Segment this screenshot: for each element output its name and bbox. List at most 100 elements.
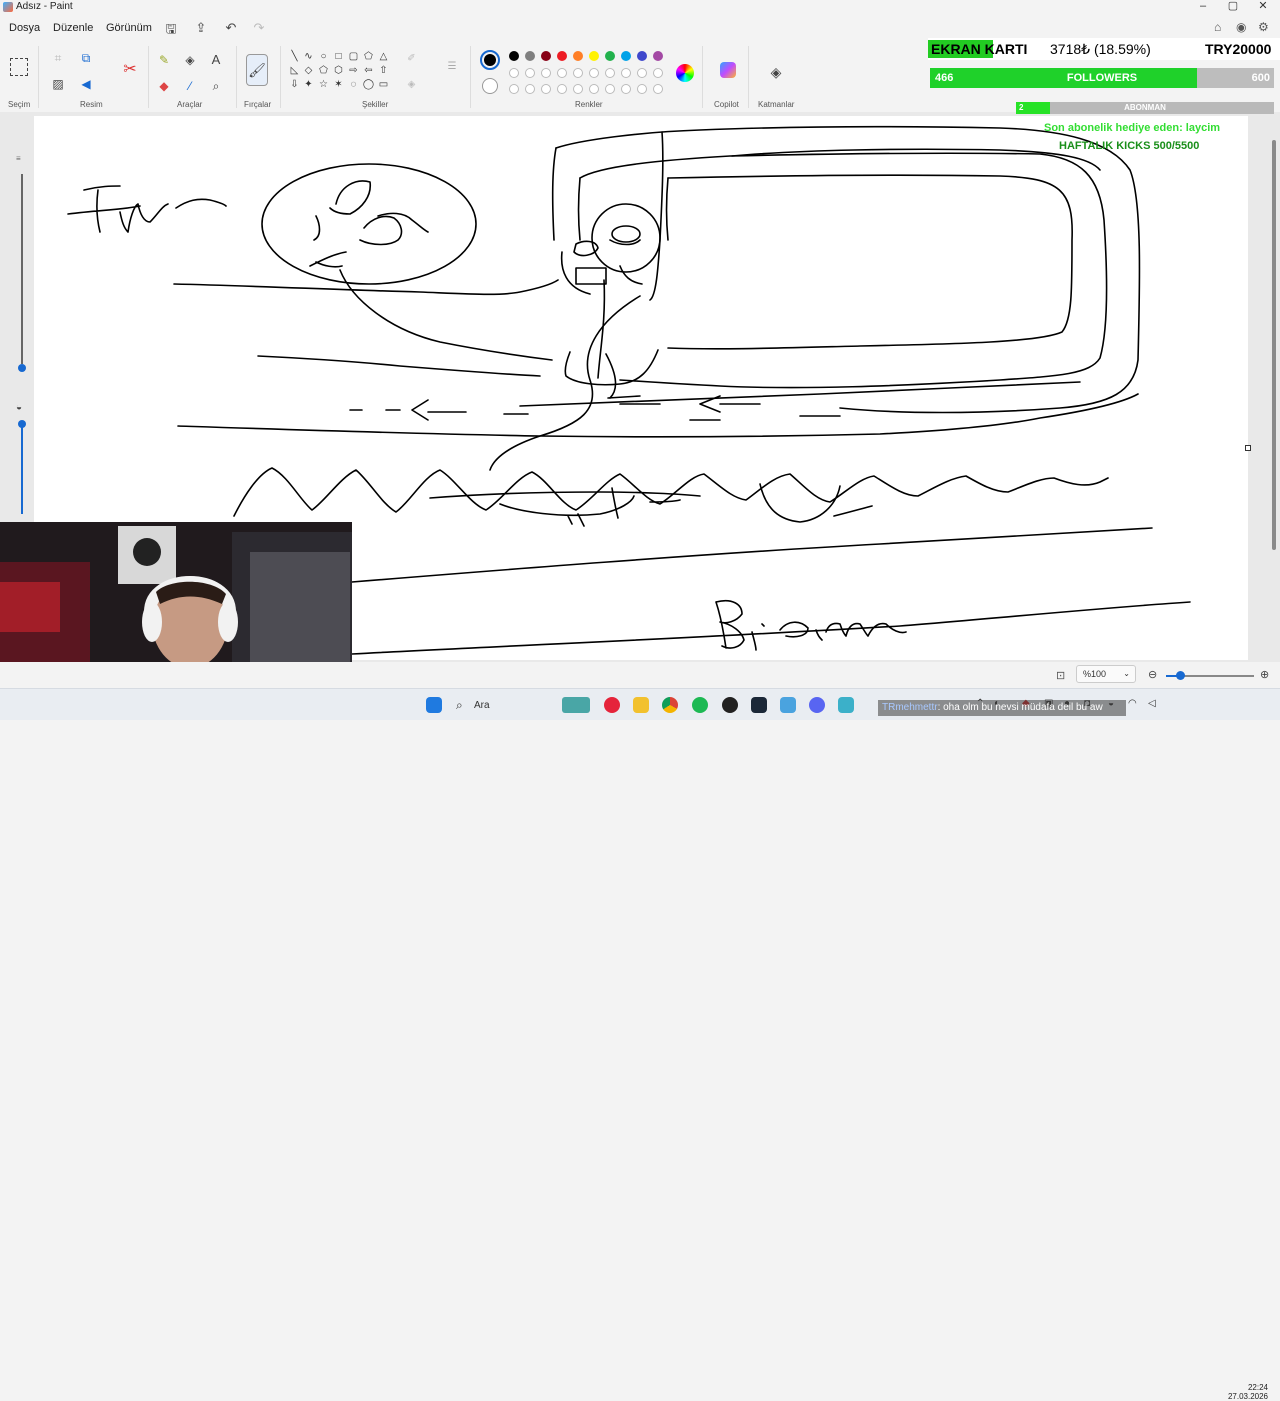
eraser-icon[interactable]: ◆: [156, 78, 172, 94]
magnifier-icon[interactable]: ⌕: [208, 78, 224, 94]
fill-icon[interactable]: ◈: [182, 52, 198, 68]
zoom-in-icon[interactable]: ⊕: [1260, 668, 1269, 681]
copilot-icon[interactable]: [720, 62, 736, 78]
save-icon[interactable]: 🖫: [162, 20, 180, 42]
undo-icon[interactable]: ↶: [222, 20, 240, 36]
redo-icon[interactable]: ↷: [250, 20, 268, 36]
fit-to-window-icon[interactable]: ⊡: [1056, 669, 1065, 682]
feedback-icon[interactable]: ⌂: [1214, 20, 1221, 34]
media-player-icon[interactable]: [604, 697, 620, 713]
steam-icon[interactable]: [751, 697, 767, 713]
wifi-icon[interactable]: ◠: [1128, 698, 1137, 709]
curve-shape-icon[interactable]: ∿: [302, 50, 315, 63]
custom-color-slot[interactable]: [605, 84, 615, 94]
diamond-shape-icon[interactable]: ◇: [302, 64, 315, 77]
chrome-icon[interactable]: [662, 697, 678, 713]
brush-size-slider[interactable]: ≡ ◒: [12, 150, 32, 514]
brush-icon[interactable]: 🖌: [246, 54, 268, 86]
custom-color-slot[interactable]: [637, 84, 647, 94]
primary-color-swatch[interactable]: [480, 50, 500, 70]
custom-color-slot[interactable]: [509, 84, 519, 94]
custom-color-slot[interactable]: [557, 84, 567, 94]
custom-color-slot[interactable]: [573, 84, 583, 94]
resize-icon[interactable]: ⧉: [78, 50, 94, 66]
outline-icon[interactable]: ✐: [405, 52, 418, 65]
hexagon-shape-icon[interactable]: ⬡: [332, 64, 345, 77]
color-swatch[interactable]: [621, 68, 631, 78]
color-swatch[interactable]: [573, 68, 583, 78]
line-shape-icon[interactable]: ╲: [288, 50, 301, 63]
color-swatch[interactable]: [557, 51, 567, 61]
color-swatch[interactable]: [557, 68, 567, 78]
pencil-icon[interactable]: ✎: [156, 52, 172, 68]
color-swatch[interactable]: [653, 51, 663, 61]
zoom-slider-thumb[interactable]: [1176, 671, 1185, 680]
color-swatch[interactable]: [589, 68, 599, 78]
windows-start-icon[interactable]: [426, 697, 442, 713]
edit-colors-icon[interactable]: [676, 64, 694, 82]
color-swatch[interactable]: [621, 51, 631, 61]
select-image-icon[interactable]: ▨: [50, 76, 66, 92]
settings-gear-icon[interactable]: ⚙: [1258, 20, 1269, 34]
rounded-rectangle-shape-icon[interactable]: ▢: [347, 50, 360, 63]
zoom-slider-track[interactable]: [1166, 671, 1254, 680]
discord-icon[interactable]: [809, 697, 825, 713]
share-icon[interactable]: ⇪: [192, 20, 210, 36]
color-swatch[interactable]: [605, 51, 615, 61]
color-swatch[interactable]: [653, 68, 663, 78]
color-swatch[interactable]: [637, 68, 647, 78]
color-swatch[interactable]: [541, 68, 551, 78]
paint-taskbar-icon[interactable]: [838, 697, 854, 713]
four-star-shape-icon[interactable]: ✦: [302, 78, 315, 91]
color-swatch[interactable]: [509, 68, 519, 78]
menu-dosya[interactable]: Dosya: [9, 22, 40, 34]
settings-app-icon[interactable]: [780, 697, 796, 713]
oval-shape-icon[interactable]: ○: [317, 50, 330, 63]
five-star-shape-icon[interactable]: ☆: [317, 78, 330, 91]
custom-color-slot[interactable]: [589, 84, 599, 94]
right-triangle-shape-icon[interactable]: ◺: [288, 64, 301, 77]
vertical-scrollbar[interactable]: [1272, 140, 1276, 550]
crop-icon[interactable]: ⌗: [50, 50, 66, 66]
custom-color-slot[interactable]: [525, 84, 535, 94]
secondary-color-swatch[interactable]: [482, 78, 498, 94]
callout-rect-shape-icon[interactable]: ▭: [377, 78, 390, 91]
opacity-thumb[interactable]: [18, 420, 26, 428]
rectangle-shape-icon[interactable]: □: [332, 50, 345, 63]
remove-background-icon[interactable]: ✂: [118, 62, 142, 84]
zoom-out-icon[interactable]: ⊖: [1148, 668, 1157, 681]
color-swatch[interactable]: [541, 51, 551, 61]
selection-icon[interactable]: [10, 58, 28, 76]
pentagon-shape-icon[interactable]: ⬠: [317, 64, 330, 77]
color-swatch[interactable]: [509, 51, 519, 61]
clock[interactable]: 22:24 27.03.2026: [1226, 1383, 1268, 1401]
color-swatch[interactable]: [589, 51, 599, 61]
color-picker-icon[interactable]: ⁄: [182, 78, 198, 94]
custom-color-slot[interactable]: [653, 84, 663, 94]
right-arrow-shape-icon[interactable]: ⇨: [347, 64, 360, 77]
brush-size-thumb[interactable]: [18, 364, 26, 372]
account-icon[interactable]: ◉: [1236, 20, 1246, 34]
up-arrow-shape-icon[interactable]: ⇧: [377, 64, 390, 77]
volume-icon[interactable]: ◁: [1148, 698, 1156, 709]
left-arrow-shape-icon[interactable]: ⇦: [362, 64, 375, 77]
color-swatch[interactable]: [573, 51, 583, 61]
color-swatch[interactable]: [637, 51, 647, 61]
close-button[interactable]: ✕: [1248, 0, 1278, 14]
zoom-select[interactable]: %100 ⌄: [1076, 665, 1136, 683]
custom-color-slot[interactable]: [541, 84, 551, 94]
color-swatch[interactable]: [525, 51, 535, 61]
rotate-icon[interactable]: ◀: [78, 76, 94, 92]
minimize-button[interactable]: –: [1188, 0, 1218, 14]
down-arrow-shape-icon[interactable]: ⇩: [288, 78, 301, 91]
taskbar-search[interactable]: ⌕ Ara: [450, 694, 600, 716]
text-icon[interactable]: A: [208, 52, 224, 68]
color-swatch[interactable]: [605, 68, 615, 78]
spotify-icon[interactable]: [692, 697, 708, 713]
custom-color-slot[interactable]: [621, 84, 631, 94]
callout-round-shape-icon[interactable]: ◯: [362, 78, 375, 91]
file-explorer-icon[interactable]: [633, 697, 649, 713]
callout-oval-shape-icon[interactable]: ◌: [347, 78, 360, 91]
obs-icon[interactable]: [722, 697, 738, 713]
polygon-shape-icon[interactable]: ⬠: [362, 50, 375, 63]
